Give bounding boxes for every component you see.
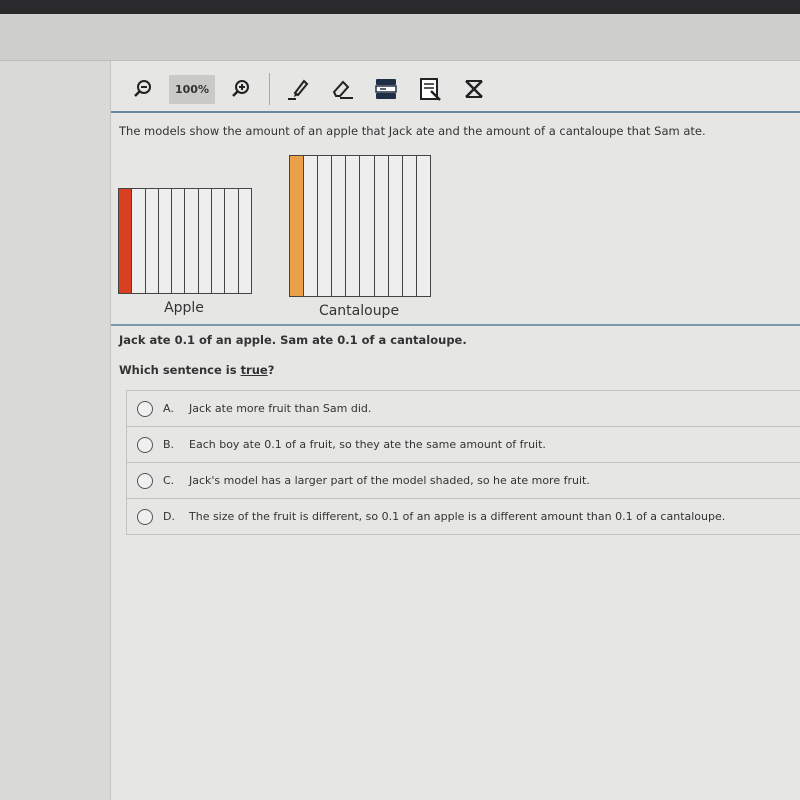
prompt-emphasis: true — [240, 363, 268, 377]
unshaded-part — [360, 156, 375, 296]
unshaded-part — [304, 156, 319, 296]
highlighter-icon — [287, 79, 309, 100]
answer-eliminator-icon — [465, 80, 483, 98]
option-text: Each boy ate 0.1 of a fruit, so they ate… — [189, 438, 546, 451]
header-band — [0, 14, 800, 61]
option-a[interactable]: A. Jack ate more fruit than Sam did. — [127, 391, 800, 427]
option-letter: A. — [163, 402, 174, 415]
unshaded-part — [346, 156, 361, 296]
section-divider — [111, 324, 800, 326]
line-reader-icon — [375, 79, 397, 99]
zoom-level: 100% — [169, 74, 215, 104]
option-text: The size of the fruit is different, so 0… — [189, 510, 726, 523]
left-panel — [0, 61, 111, 800]
question-intro: The models show the amount of an apple t… — [119, 124, 706, 138]
option-b[interactable]: B. Each boy ate 0.1 of a fruit, so they a… — [127, 427, 800, 463]
unshaded-part — [403, 156, 417, 296]
toolbar-divider — [268, 73, 270, 105]
unshaded-part — [185, 189, 199, 293]
unshaded-part — [375, 156, 389, 296]
shaded-part — [290, 156, 305, 296]
answer-options: A. Jack ate more fruit than Sam did. B. Eac… — [126, 390, 800, 535]
statement: Jack ate 0.1 of an apple. Sam ate 0.1 of… — [119, 333, 467, 347]
cantaloupe-label: Cantaloupe — [318, 303, 400, 319]
unshaded-part — [212, 189, 226, 293]
option-c[interactable]: C. Jack's model has a larger part of the … — [127, 463, 800, 499]
unshaded-part — [417, 156, 430, 296]
option-text: Jack's model has a larger part of the mo… — [189, 474, 590, 487]
unshaded-part — [318, 156, 333, 296]
radio-button[interactable] — [137, 508, 153, 525]
notepad-button[interactable] — [416, 75, 444, 103]
option-d[interactable]: D. The size of the fruit is different, so… — [127, 499, 800, 534]
toolbar: 100% — [111, 69, 800, 109]
zoom-in-button[interactable] — [227, 75, 255, 103]
unshaded-part — [132, 189, 146, 293]
highlighter-button[interactable] — [284, 75, 312, 103]
unshaded-part — [159, 189, 173, 293]
radio-button[interactable] — [137, 436, 153, 453]
eraser-button[interactable] — [328, 75, 356, 103]
unshaded-part — [389, 156, 403, 296]
notepad-icon — [419, 78, 441, 101]
top-bar — [0, 0, 800, 14]
unshaded-part — [146, 189, 159, 293]
zoom-out-icon — [134, 80, 151, 97]
zoom-in-icon — [232, 80, 249, 97]
shaded-part — [119, 189, 133, 293]
unshaded-part — [172, 189, 186, 293]
option-letter: B. — [163, 438, 175, 451]
option-letter: D. — [163, 510, 175, 523]
prompt: Which sentence is true? — [119, 363, 274, 377]
prompt-text: Which sentence is — [119, 363, 241, 377]
prompt-end: ? — [267, 363, 275, 377]
unshaded-part — [225, 189, 239, 293]
unshaded-part — [239, 189, 251, 293]
answer-eliminator-button[interactable] — [460, 75, 488, 103]
unshaded-part — [199, 189, 213, 293]
option-text: Jack ate more fruit than Sam did. — [189, 402, 372, 415]
radio-button[interactable] — [137, 400, 153, 417]
line-reader-button[interactable] — [372, 75, 400, 103]
zoom-out-button[interactable] — [129, 75, 157, 103]
unshaded-part — [332, 156, 347, 296]
apple-label: Apple — [164, 300, 204, 316]
apple-model — [118, 188, 252, 294]
toolbar-underline — [111, 111, 800, 113]
eraser-icon — [332, 80, 353, 99]
question-panel: 100% The models show the amount of an ap… — [111, 61, 800, 800]
radio-button[interactable] — [137, 472, 153, 489]
cantaloupe-model — [289, 155, 431, 297]
option-letter: C. — [163, 474, 175, 487]
